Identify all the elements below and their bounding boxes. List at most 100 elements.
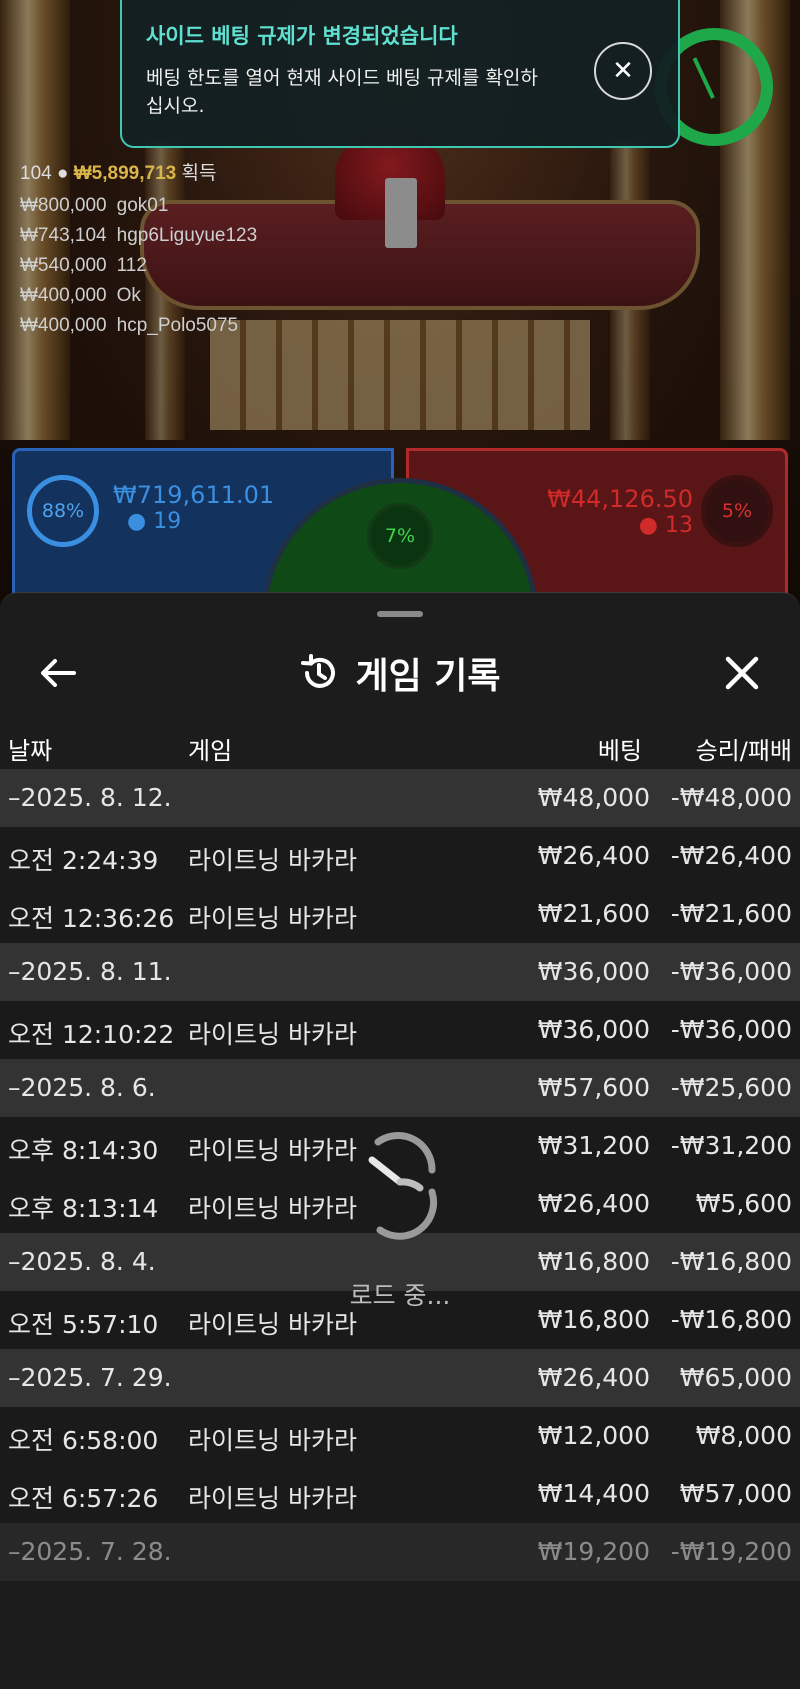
date-group-row[interactable]: –2025. 8. 6. ₩57,600 -₩25,600 bbox=[0, 1059, 800, 1117]
winner-name: Ok bbox=[116, 285, 141, 306]
player-percentage: 88% bbox=[27, 475, 99, 547]
result-cell: ₩5,600 bbox=[695, 1189, 792, 1218]
sheet-title-group: 게임 기록 bbox=[0, 633, 800, 713]
game-cell: 라이트닝 바카라 bbox=[188, 1194, 357, 1223]
history-icon bbox=[301, 654, 336, 688]
result-cell: -₩48,000 bbox=[670, 783, 792, 812]
winner-name: gok01 bbox=[116, 195, 169, 216]
tie-percentage: 7% bbox=[367, 503, 433, 569]
notification-toast: 사이드 베팅 규제가 변경되었습니다 베팅 한도를 열어 현재 사이드 베팅 규… bbox=[120, 0, 680, 148]
scroll-fade bbox=[0, 1597, 800, 1689]
bet-cell: ₩57,600 bbox=[537, 1073, 650, 1102]
result-cell: -₩36,000 bbox=[670, 957, 792, 986]
sheet-drag-handle[interactable] bbox=[377, 611, 423, 617]
bet-cell: ₩21,600 bbox=[537, 899, 650, 928]
result-cell: -₩25,600 bbox=[670, 1073, 792, 1102]
winners-list: 104 ● ₩5,899,713 획득 ₩800,000 gok01 ₩743,1… bbox=[20, 158, 257, 341]
table-row[interactable]: 오전 2:24:39 라이트닝 바카라 ₩26,400 -₩26,400 bbox=[0, 827, 800, 885]
table-row[interactable]: 오전 6:57:26 라이트닝 바카라 ₩14,400 ₩57,000 bbox=[0, 1465, 800, 1523]
bet-cell: ₩19,200 bbox=[537, 1537, 650, 1566]
result-cell: ₩65,000 bbox=[679, 1363, 792, 1392]
date-cell: –2025. 7. 29. bbox=[8, 1363, 172, 1392]
winner-name: 112 bbox=[116, 255, 147, 276]
date-cell: –2025. 8. 4. bbox=[8, 1247, 156, 1276]
game-cell: 라이트닝 바카라 bbox=[188, 1136, 357, 1165]
result-cell: -₩16,800 bbox=[670, 1247, 792, 1276]
winner-amount: ₩400,000 bbox=[20, 315, 107, 336]
player-bet-count: ● 19 bbox=[127, 509, 181, 534]
close-button[interactable] bbox=[718, 649, 766, 697]
game-cell: 라이트닝 바카라 bbox=[188, 846, 357, 875]
date-group-row[interactable]: –2025. 8. 11. ₩36,000 -₩36,000 bbox=[0, 943, 800, 1001]
bet-cell: ₩36,000 bbox=[537, 1015, 650, 1044]
loading-text: 로드 중... bbox=[349, 1281, 451, 1310]
close-icon bbox=[725, 656, 759, 690]
result-cell: ₩8,000 bbox=[695, 1421, 792, 1450]
winner-name: hgp6Liguyue123 bbox=[116, 225, 258, 246]
winners-header: 104 ● ₩5,899,713 획득 bbox=[20, 158, 257, 185]
column-bet: 베팅 bbox=[597, 737, 642, 765]
player-bet-total: ₩719,611.01 bbox=[113, 481, 275, 509]
banker-bet-count: ● 13 bbox=[639, 513, 693, 538]
banker-bet-total: ₩44,126.50 bbox=[547, 485, 693, 513]
column-game: 게임 bbox=[188, 737, 233, 765]
winners-total: ₩5,899,713 bbox=[73, 163, 177, 184]
bet-cell: ₩12,000 bbox=[537, 1421, 650, 1450]
winner-row: ₩743,104 hgp6Liguyue123 bbox=[20, 221, 257, 251]
date-cell: –2025. 8. 6. bbox=[8, 1073, 156, 1102]
winner-row: ₩540,000 112 bbox=[20, 251, 257, 281]
banker-percentage: 5% bbox=[701, 475, 773, 547]
winner-row: ₩400,000 Ok bbox=[20, 281, 257, 311]
date-cell: –2025. 8. 11. bbox=[8, 957, 172, 986]
column-date: 날짜 bbox=[8, 737, 53, 765]
result-cell: -₩16,800 bbox=[670, 1305, 792, 1334]
bet-cell: ₩16,800 bbox=[537, 1305, 650, 1334]
time-cell: 오전 6:57:26 bbox=[8, 1484, 159, 1513]
person-icon: ● bbox=[638, 513, 658, 538]
person-icon: ● bbox=[127, 509, 147, 534]
table-row[interactable]: 오전 12:36:26 라이트닝 바카라 ₩21,600 -₩21,600 bbox=[0, 885, 800, 943]
winner-amount: ₩743,104 bbox=[20, 225, 107, 246]
date-group-row[interactable]: –2025. 7. 29. ₩26,400 ₩65,000 bbox=[0, 1349, 800, 1407]
result-cell: ₩57,000 bbox=[679, 1479, 792, 1508]
date-group-row[interactable]: –2025. 7. 28. ₩19,200 -₩19,200 bbox=[0, 1523, 800, 1581]
notification-body: 베팅 한도를 열어 현재 사이드 베팅 규제를 확인하십시오. bbox=[146, 67, 538, 117]
time-cell: 오전 2:24:39 bbox=[8, 846, 159, 875]
game-cell: 라이트닝 바카라 bbox=[188, 1020, 357, 1049]
winners-count: 104 bbox=[20, 163, 52, 184]
notification-title: 사이드 베팅 규제가 변경되었습니다 bbox=[146, 24, 458, 48]
bet-cell: ₩26,400 bbox=[537, 1189, 650, 1218]
time-cell: 오전 6:58:00 bbox=[8, 1426, 159, 1455]
date-cell: –2025. 7. 28. bbox=[8, 1537, 172, 1566]
result-cell: -₩31,200 bbox=[670, 1131, 792, 1160]
winner-amount: ₩400,000 bbox=[20, 285, 107, 306]
game-cell: 라이트닝 바카라 bbox=[188, 904, 357, 933]
winner-name: hcp_Polo5075 bbox=[116, 315, 239, 336]
winner-amount: ₩800,000 bbox=[20, 195, 107, 216]
sheet-header: 게임 기록 bbox=[0, 633, 800, 713]
loading-spinner-icon bbox=[360, 1130, 440, 1240]
time-cell: 오후 8:13:14 bbox=[8, 1194, 159, 1223]
bet-spots: 88% ₩719,611.01 ● 19 5% ₩44,126.50 ● 13 … bbox=[0, 448, 800, 600]
bet-cell: ₩36,000 bbox=[537, 957, 650, 986]
bet-cell: ₩31,200 bbox=[537, 1131, 650, 1160]
column-result: 승리/패배 bbox=[695, 737, 792, 765]
time-cell: 오전 12:36:26 bbox=[8, 904, 175, 933]
bet-cell: ₩48,000 bbox=[537, 783, 650, 812]
result-cell: -₩19,200 bbox=[670, 1537, 792, 1566]
time-cell: 오후 8:14:30 bbox=[8, 1136, 159, 1165]
bet-cell: ₩16,800 bbox=[537, 1247, 650, 1276]
result-cell: -₩36,000 bbox=[670, 1015, 792, 1044]
table-row[interactable]: 오전 6:58:00 라이트닝 바카라 ₩12,000 ₩8,000 bbox=[0, 1407, 800, 1465]
live-game-view: 104 ● ₩5,899,713 획득 ₩800,000 gok01 ₩743,1… bbox=[0, 0, 800, 600]
table-row[interactable]: 오전 12:10:22 라이트닝 바카라 ₩36,000 -₩36,000 bbox=[0, 1001, 800, 1059]
winner-row: ₩800,000 gok01 bbox=[20, 191, 257, 221]
player-count-value: 19 bbox=[153, 509, 182, 534]
date-group-row[interactable]: –2025. 8. 12. ₩48,000 -₩48,000 bbox=[0, 769, 800, 827]
close-icon: ✕ bbox=[612, 56, 634, 86]
notification-close-button[interactable]: ✕ bbox=[594, 42, 652, 100]
time-cell: 오전 12:10:22 bbox=[8, 1020, 175, 1049]
bet-cell: ₩26,400 bbox=[537, 841, 650, 870]
result-cell: -₩26,400 bbox=[670, 841, 792, 870]
winner-row: ₩400,000 hcp_Polo5075 bbox=[20, 311, 257, 341]
